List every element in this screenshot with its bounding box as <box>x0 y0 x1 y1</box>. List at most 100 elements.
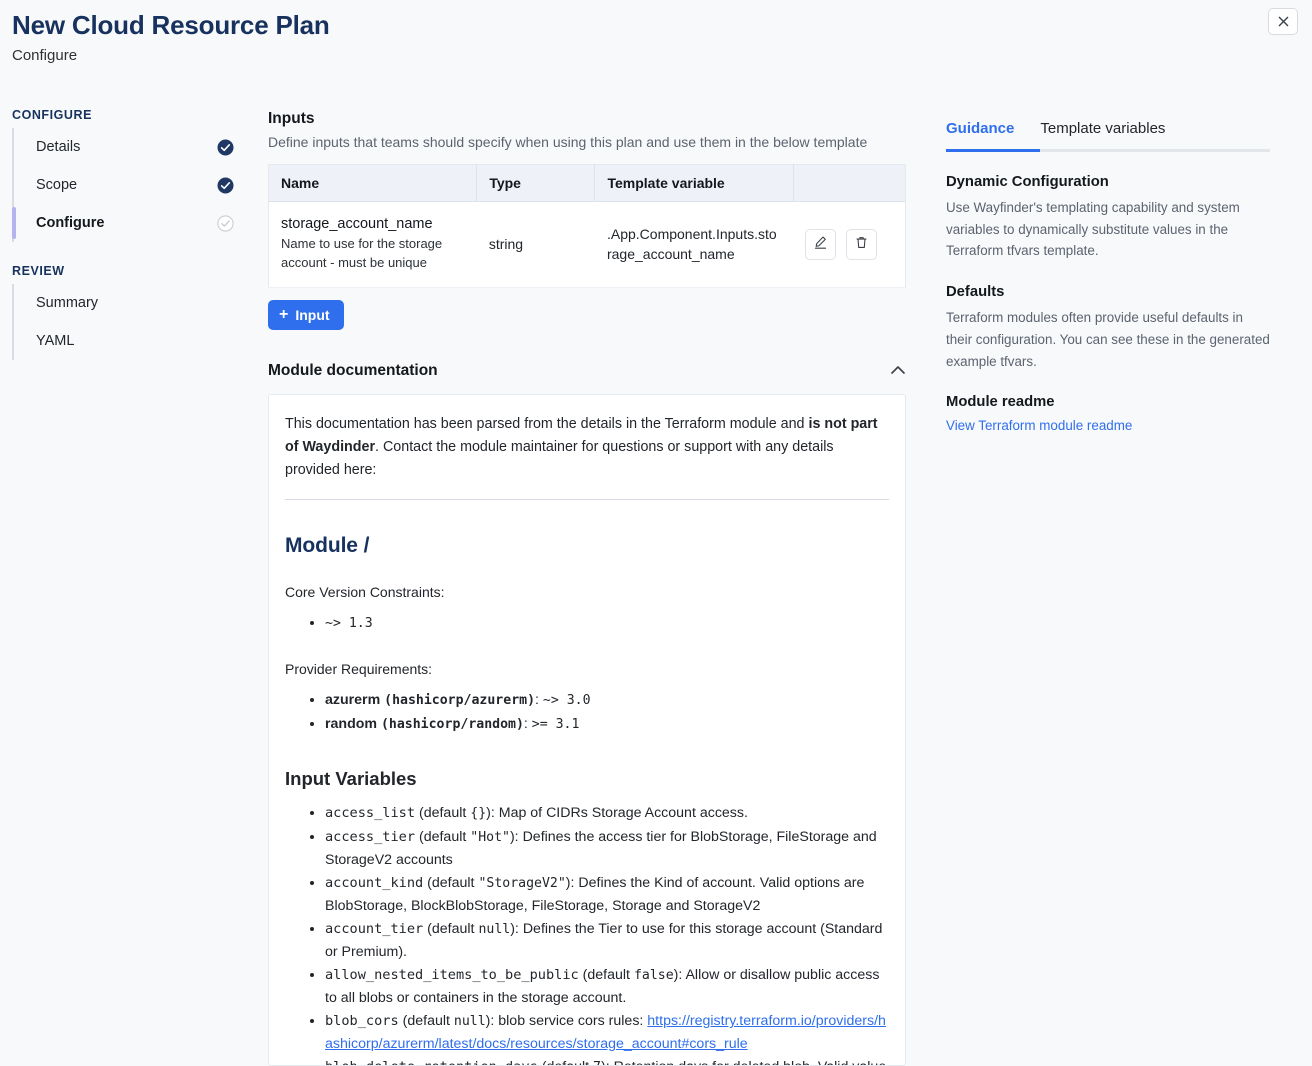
module-documentation-header[interactable]: Module documentation <box>268 362 906 380</box>
row-actions <box>805 228 893 260</box>
variable-name: allow_nested_items_to_be_public <box>325 967 579 984</box>
input-variables-heading: Input Variables <box>285 768 417 790</box>
module-readme-link[interactable]: View Terraform module readme <box>946 418 1132 433</box>
page-subtitle: Configure <box>12 47 78 64</box>
inputs-table-body: storage_account_name Name to use for the… <box>268 201 906 288</box>
input-description: Name to use for the storage account - mu… <box>281 236 443 270</box>
provider-name: azurerm <box>325 691 381 708</box>
provider-list: azurerm (hashicorp/azurerm): ~> 3.0 rand… <box>285 689 889 735</box>
provider-source: (hashicorp/azurerm) <box>384 692 536 708</box>
guidance-heading-module-readme: Module readme <box>946 394 1055 411</box>
guidance-body-dynamic-configuration: Use Wayfinder's templating capability an… <box>946 200 1240 259</box>
provider-constraint: ~> 3.0 <box>542 692 591 708</box>
column-header-name: Name <box>268 164 478 202</box>
page-title: New Cloud Resource Plan <box>12 10 330 40</box>
default-value: 7 <box>593 1060 601 1065</box>
list-item: access_list (default {}): Map of CIDRs S… <box>325 802 889 825</box>
input-name: storage_account_name <box>281 216 433 232</box>
chevron-up-icon[interactable] <box>890 362 906 380</box>
active-marker <box>12 287 16 319</box>
list-item: random (hashicorp/random): >= 3.1 <box>325 713 889 736</box>
default-value: null <box>478 922 511 938</box>
tab-guidance[interactable]: Guidance <box>946 120 1014 149</box>
sidebar-item-label: Summary <box>36 295 99 311</box>
tab-template-variables[interactable]: Template variables <box>1040 120 1165 149</box>
list-item: allow_nested_items_to_be_public (default… <box>325 964 889 1009</box>
active-marker <box>12 169 16 201</box>
sidebar-item-scope[interactable]: Scope <box>12 166 250 204</box>
divider <box>285 499 889 501</box>
list-item: blob_delete_retention_days (default 7): … <box>325 1056 889 1065</box>
close-icon <box>1278 16 1289 27</box>
variable-description: Map of CIDRs Storage Account access. <box>498 805 748 822</box>
inputs-section-description: Define inputs that teams should specify … <box>268 134 868 150</box>
input-variables-list: access_list (default {}): Map of CIDRs S… <box>285 802 889 1065</box>
default-label: (default <box>582 967 634 984</box>
trash-icon <box>854 235 869 253</box>
colon: : <box>535 691 543 708</box>
add-input-label: Input <box>295 306 330 323</box>
sidebar-item-label: Configure <box>36 215 105 231</box>
active-marker <box>12 207 16 239</box>
list-item: access_tier (default "Hot"): Defines the… <box>325 826 889 871</box>
panel-tabs: Guidance Template variables <box>946 120 1270 149</box>
sidebar-item-yaml[interactable]: YAML <box>12 322 250 360</box>
list-item: account_tier (default null): Defines the… <box>325 918 889 963</box>
pencil-icon <box>813 235 828 253</box>
edit-input-button[interactable] <box>805 228 837 260</box>
module-documentation-title: Module documentation <box>268 361 438 379</box>
default-close: ): <box>486 805 499 822</box>
core-version-list: ~> 1.3 <box>285 612 889 635</box>
table-row: storage_account_name Name to use for the… <box>268 201 906 288</box>
close-button[interactable] <box>1268 8 1298 35</box>
variable-name: blob_cors <box>325 1013 399 1030</box>
main-content: Inputs Define inputs that teams should s… <box>268 110 906 1066</box>
guidance-heading-dynamic-configuration: Dynamic Configuration <box>946 174 1109 190</box>
cell-actions <box>793 201 906 288</box>
list-item: blob_cors (default null): blob service c… <box>325 1010 889 1055</box>
list-item: account_kind (default "StorageV2"): Defi… <box>325 872 889 917</box>
guidance-heading-defaults: Defaults <box>946 284 1005 301</box>
list-item: ~> 1.3 <box>325 612 889 635</box>
provider-label: Provider Requirements: <box>285 660 433 677</box>
default-label: (default <box>427 921 479 938</box>
inputs-table: Name Type Template variable storage_acco… <box>268 164 906 288</box>
default-close: ): <box>673 967 686 984</box>
sidebar-group-configure: Details Scope Configure <box>0 128 250 242</box>
check-circle-filled-icon <box>217 139 234 156</box>
default-close: ): <box>510 921 523 938</box>
variable-name: blob_delete_retention_days <box>325 1059 538 1065</box>
default-label: (default <box>418 829 471 846</box>
sidebar-item-summary[interactable]: Summary <box>12 284 250 322</box>
default-close: ): <box>485 1013 499 1030</box>
default-value: "StorageV2" <box>478 876 566 892</box>
default-close: ): <box>509 829 523 846</box>
variable-name: access_list <box>325 805 416 822</box>
provider-constraint: >= 3.1 <box>531 716 580 732</box>
variable-name: access_tier <box>325 829 416 846</box>
default-label: (default <box>418 805 471 822</box>
module-documentation-body: This documentation has been parsed from … <box>268 393 906 1066</box>
module-heading: Module / <box>285 534 370 558</box>
cell-name: storage_account_name Name to use for the… <box>268 201 477 288</box>
cell-template-variable: .App.Component.Inputs.storage_account_na… <box>594 201 794 288</box>
check-circle-outline-icon <box>217 214 234 232</box>
template-variable-value: .App.Component.Inputs.storage_account_na… <box>606 226 777 263</box>
sidebar-item-details[interactable]: Details <box>12 128 250 166</box>
sidebar-group-review: Summary YAML <box>0 284 250 360</box>
default-close: ): <box>601 1059 614 1065</box>
sidebar-item-label: Scope <box>36 177 78 193</box>
sidebar-item-configure[interactable]: Configure <box>12 204 250 242</box>
list-item: azurerm (hashicorp/azurerm): ~> 3.0 <box>325 689 889 712</box>
column-header-actions <box>793 164 906 202</box>
plus-icon: + <box>279 305 289 323</box>
add-input-button[interactable]: + Input <box>268 299 344 330</box>
sidebar-group-title-review: REVIEW <box>12 264 65 278</box>
provider-name: random <box>325 715 378 732</box>
variable-name: account_kind <box>325 875 424 892</box>
variable-name: account_tier <box>325 921 424 938</box>
default-value: "Hot" <box>470 830 510 846</box>
delete-input-button[interactable] <box>846 228 878 260</box>
default-label: (default <box>427 875 479 892</box>
default-label: (default <box>402 1013 454 1030</box>
